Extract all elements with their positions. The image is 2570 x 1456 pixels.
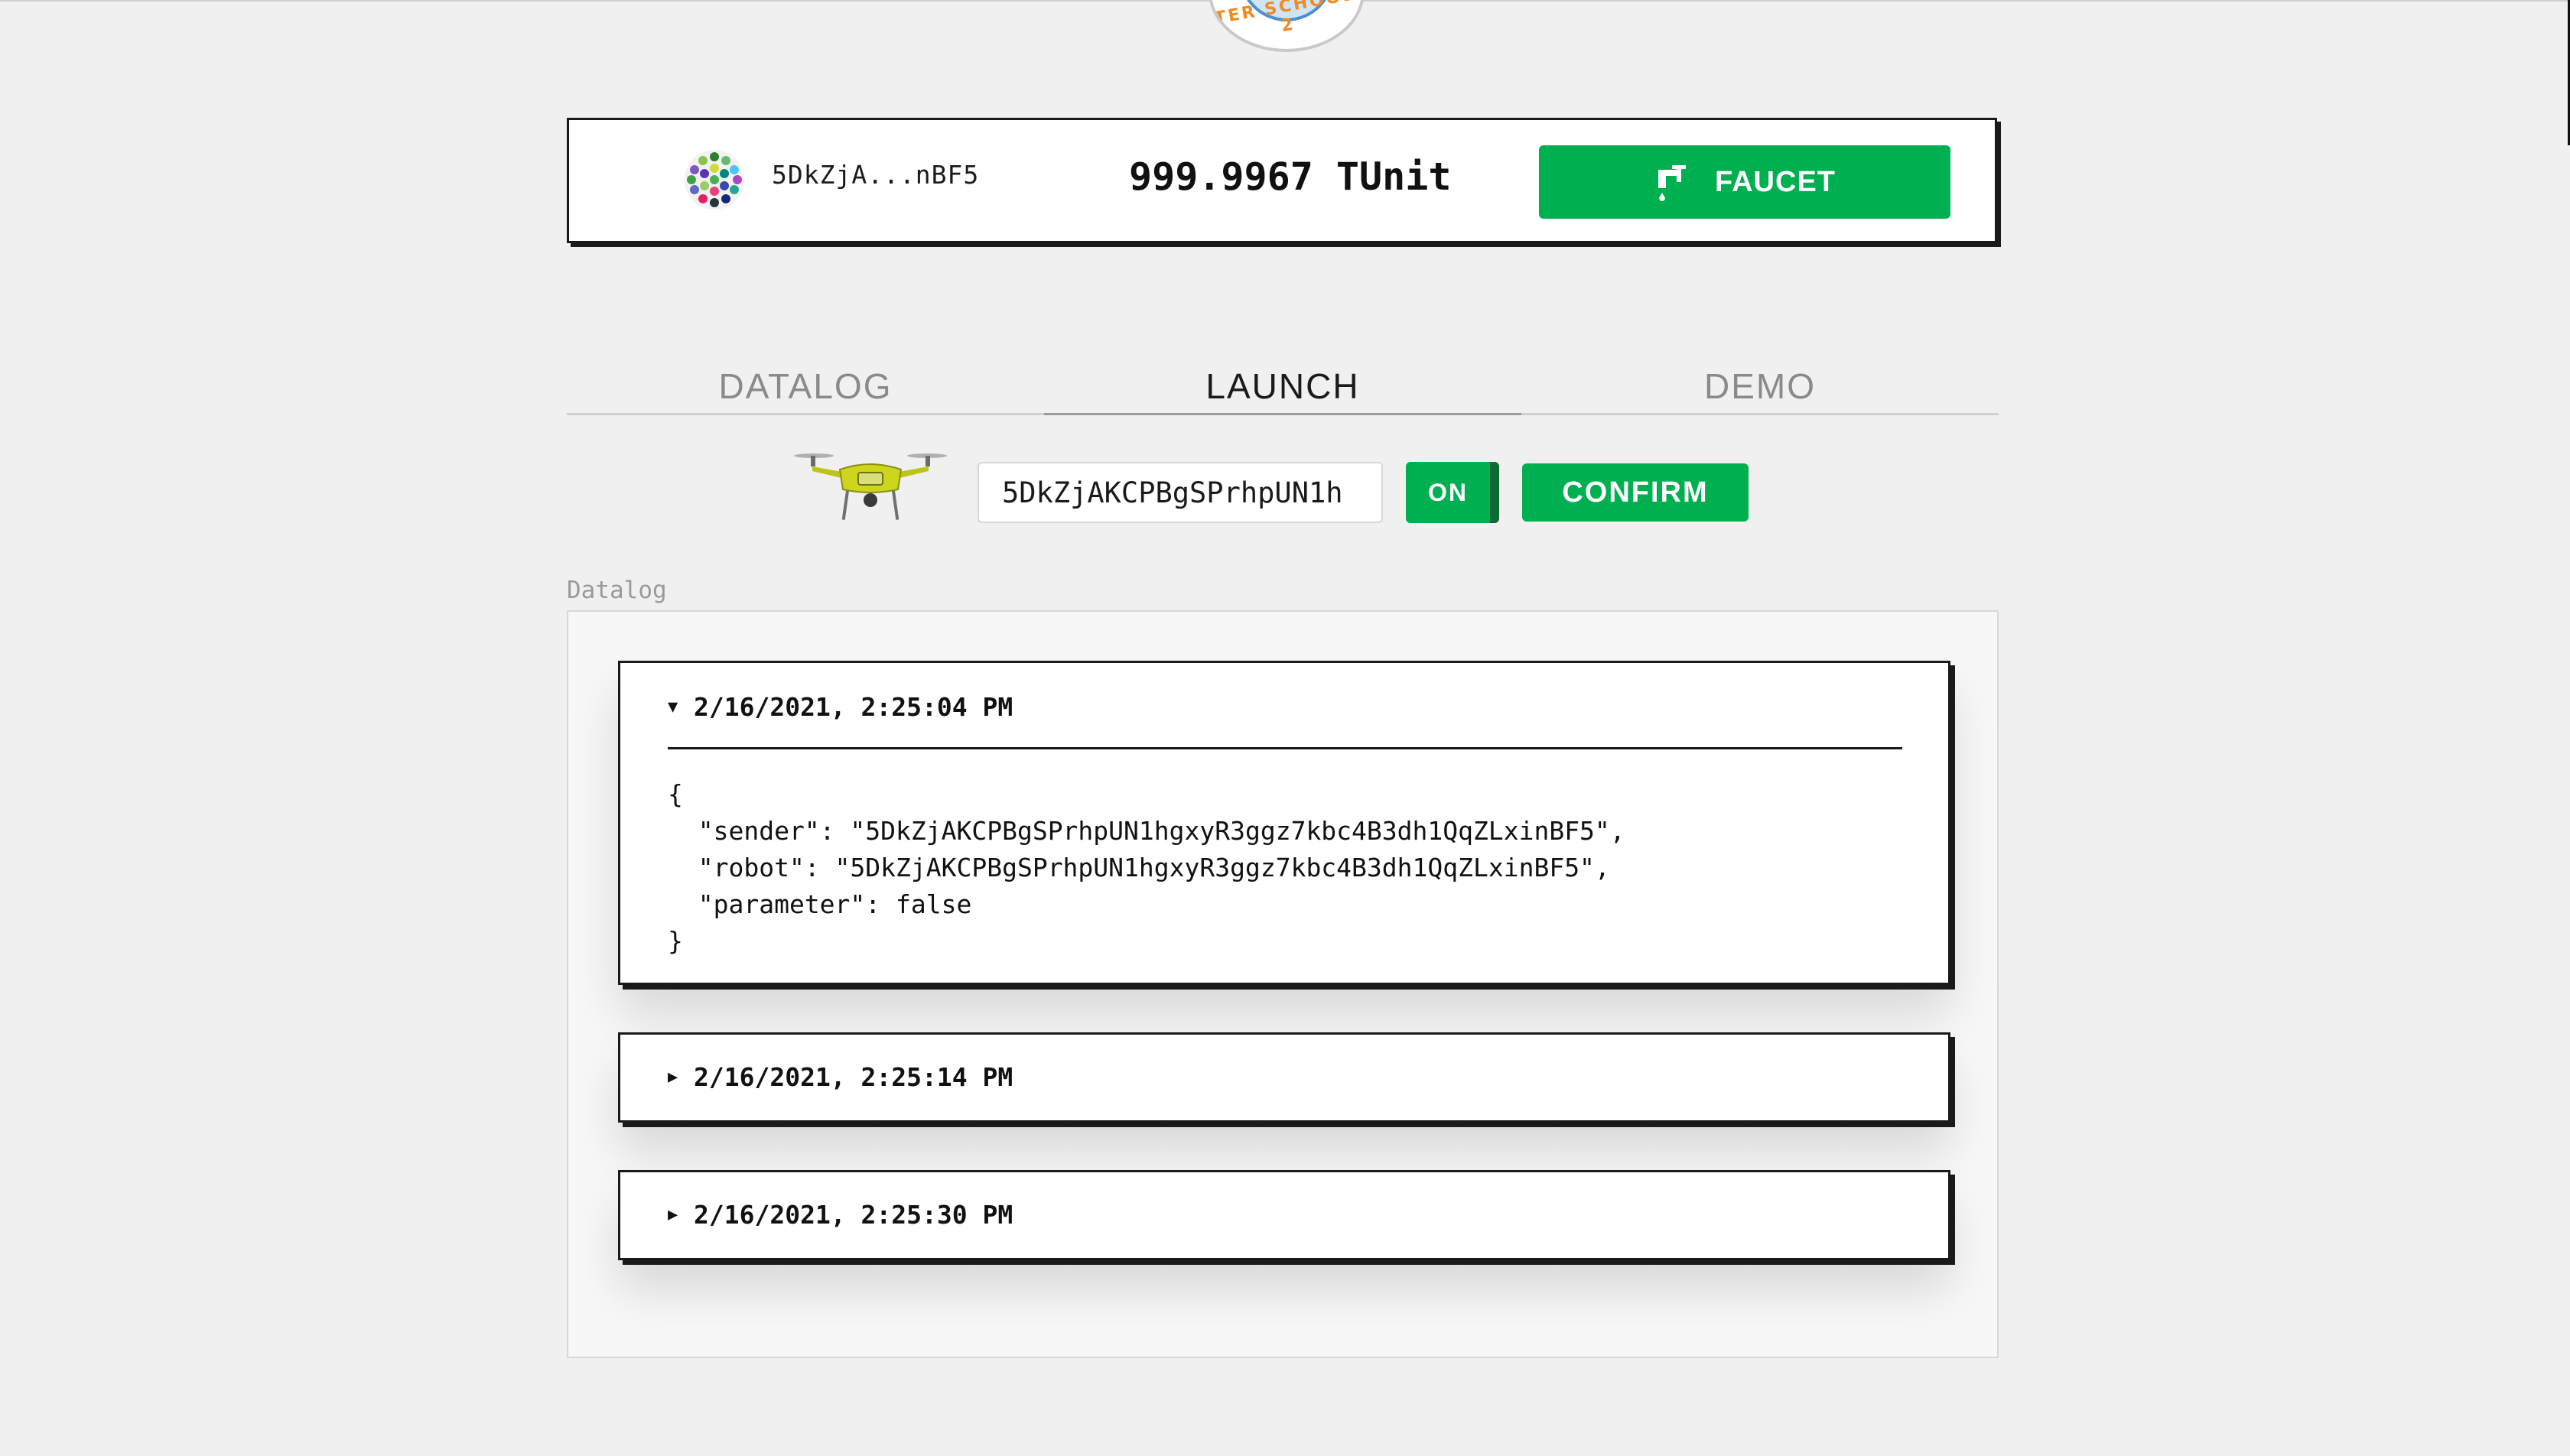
datalog-entry-timestamp: 2/16/2021, 2:25:14 PM: [694, 1062, 1013, 1092]
confirm-button[interactable]: CONFIRM: [1522, 463, 1749, 522]
caret-right-icon: ▶: [668, 1068, 678, 1087]
datalog-entry-json: { "sender": "5DkZjAKCPBgSPrhpUN1hgxyR3gg…: [668, 779, 1625, 956]
entry-divider: [668, 747, 1902, 749]
account-bar: 5DkZjA...nBF5 999.9967 TUnit FAUCET: [567, 118, 1997, 243]
caret-down-icon: ▼: [668, 697, 678, 717]
datalog-entry-timestamp: 2/16/2021, 2:25:30 PM: [694, 1200, 1013, 1230]
avatar-identicon[interactable]: [684, 149, 745, 210]
datalog-entry-expanded: ▼ 2/16/2021, 2:25:04 PM { "sender": "5Dk…: [618, 661, 1950, 985]
faucet-button[interactable]: FAUCET: [1539, 145, 1950, 219]
caret-right-icon: ▶: [668, 1205, 678, 1224]
robot-address-input[interactable]: [978, 462, 1383, 523]
account-address[interactable]: 5DkZjA...nBF5: [772, 160, 979, 190]
tab-demo[interactable]: DEMO: [1521, 366, 1999, 413]
tab-datalog[interactable]: DATALOG: [567, 366, 1044, 413]
datalog-entry-header[interactable]: ▶ 2/16/2021, 2:25:14 PM: [668, 1062, 1013, 1092]
drone-icon: [794, 453, 947, 520]
datalog-section-label: Datalog: [567, 577, 667, 604]
logo-text: TER SCHOOL 2: [1212, 0, 1357, 37]
account-balance: 999.9967 TUnit: [1129, 154, 1452, 199]
tab-bar: DATALOG LAUNCH DEMO: [567, 366, 1999, 415]
datalog-entry-collapsed: ▶ 2/16/2021, 2:25:30 PM: [618, 1170, 1950, 1260]
datalog-entry-timestamp: 2/16/2021, 2:25:04 PM: [694, 692, 1013, 722]
datalog-entry-header[interactable]: ▼ 2/16/2021, 2:25:04 PM: [668, 692, 1013, 722]
school-logo: TER SCHOOL 2: [1209, 0, 1365, 52]
faucet-icon: [1658, 165, 1686, 201]
faucet-label: FAUCET: [1715, 165, 1836, 198]
datalog-panel[interactable]: ▼ 2/16/2021, 2:25:04 PM { "sender": "5Dk…: [567, 610, 1999, 1358]
datalog-entry-collapsed: ▶ 2/16/2021, 2:25:14 PM: [618, 1032, 1950, 1123]
datalog-entry-header[interactable]: ▶ 2/16/2021, 2:25:30 PM: [668, 1200, 1013, 1230]
tab-launch[interactable]: LAUNCH: [1044, 366, 1521, 415]
on-off-toggle[interactable]: ON: [1406, 462, 1499, 523]
